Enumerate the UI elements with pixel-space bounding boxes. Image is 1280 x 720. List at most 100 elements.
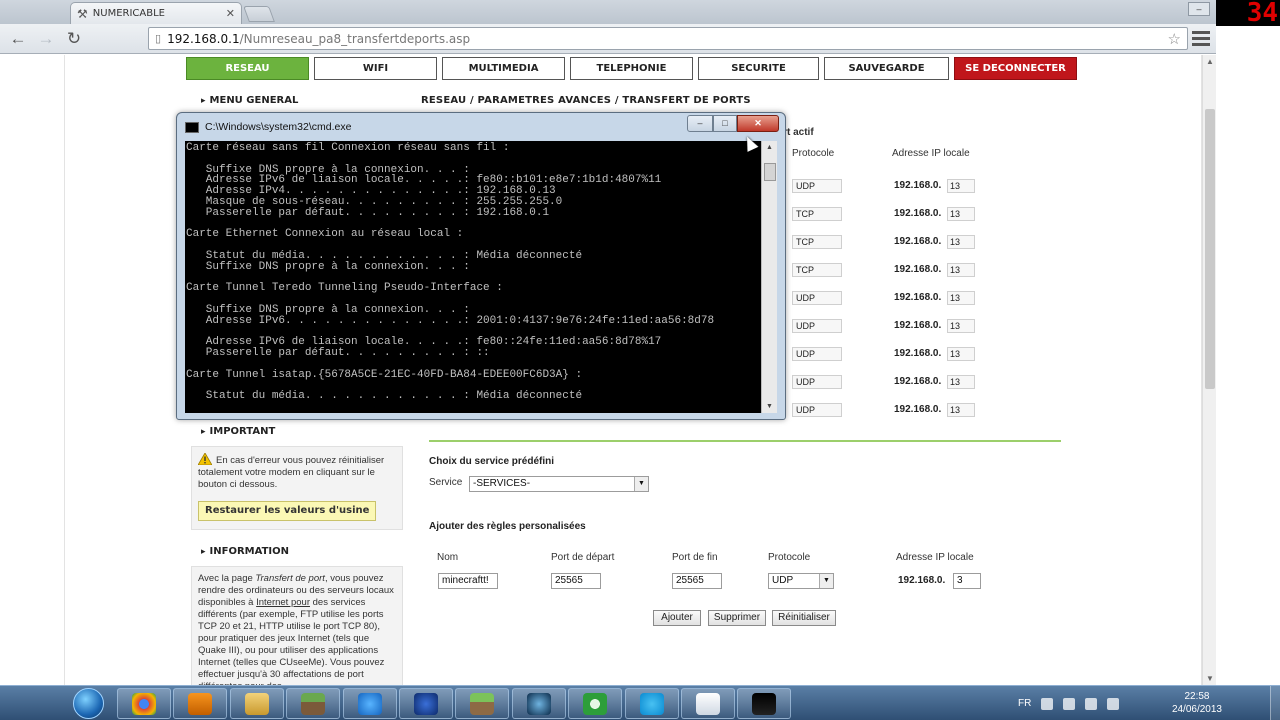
taskbar-steam[interactable]	[511, 688, 566, 719]
information-heading[interactable]: INFORMATION	[201, 546, 289, 557]
tray-network-icon[interactable]	[1063, 697, 1076, 710]
windows-taskbar: FR 22:58 24/06/2013	[0, 685, 1280, 720]
delete-rule-button[interactable]: Supprimer	[708, 610, 766, 626]
minecraft-icon	[301, 693, 326, 715]
scroll-up-icon[interactable]: ▲	[1206, 57, 1214, 66]
taskbar-chrome[interactable]	[117, 688, 171, 719]
cmd-line: Statut du média. . . . . . . . . . . . :…	[186, 390, 583, 403]
rule-protocol: TCP	[792, 235, 842, 249]
minimize-window-button[interactable]: –	[1188, 2, 1210, 16]
cmd-window-controls: – □ ✕	[687, 115, 779, 132]
reload-icon[interactable]: ↻	[62, 27, 86, 51]
back-arrow-icon[interactable]: ←	[6, 27, 30, 51]
rule-ip-prefix: 192.168.0.	[894, 320, 942, 331]
custom-ip-prefix: 192.168.0.	[898, 575, 946, 586]
taskbar-notepad[interactable]	[681, 688, 735, 719]
rule-name-input[interactable]: minecraftt!	[438, 573, 498, 589]
info-internet-link[interactable]: Internet pour	[256, 597, 310, 608]
restore-factory-button[interactable]: Restaurer les valeurs d'usine	[198, 501, 377, 521]
browser-toolbar: ← → ↻ ▯ 192.168.0.1 /Numreseau_pa8_trans…	[0, 24, 1216, 54]
custom-col-ip: Adresse IP locale	[896, 552, 974, 563]
taskbar-internet-explorer[interactable]	[342, 688, 397, 719]
taskbar-utorrent[interactable]	[568, 688, 623, 719]
language-indicator[interactable]: FR	[1018, 698, 1031, 709]
nav-tab-multimedia[interactable]: MULTIMEDIA	[442, 57, 565, 80]
rule-protocol: UDP	[792, 291, 842, 305]
taskbar-minecraft-launcher[interactable]	[455, 688, 510, 719]
nav-tab-telephonie[interactable]: TELEPHONIE	[570, 57, 693, 80]
taskbar-minecraft[interactable]	[286, 688, 341, 719]
cmd-console[interactable]: Carte réseau sans fil Connexion réseau s…	[185, 141, 777, 413]
window-controls: –	[1188, 2, 1210, 16]
nav-tab-wifi[interactable]: WIFI	[314, 57, 437, 80]
custom-col-name: Nom	[437, 552, 459, 563]
media-player-icon	[188, 693, 213, 715]
nav-tab-reseau[interactable]: RESEAU	[186, 57, 309, 80]
taskbar-clock[interactable]: 22:58 24/06/2013	[1172, 690, 1222, 716]
page-icon: ▯	[155, 33, 162, 45]
address-bar[interactable]: ▯ 192.168.0.1 /Numreseau_pa8_transfertde…	[148, 27, 1188, 50]
chrome-icon	[132, 693, 156, 715]
nav-tab-se-deconnecter[interactable]: SE DECONNECTER	[954, 57, 1077, 80]
dropdown-arrow-icon: ▼	[634, 477, 648, 491]
end-port-input[interactable]: 25565	[672, 573, 722, 589]
cmd-scrollbar[interactable]: ▲ ▼	[761, 141, 777, 413]
information-box: Avec la page Transfert de port, vous pou…	[191, 566, 403, 685]
scroll-down-icon[interactable]: ▼	[1206, 674, 1214, 683]
rule-protocol: UDP	[792, 179, 842, 193]
taskbar-file-explorer[interactable]	[229, 688, 284, 719]
dropdown-arrow-icon: ▼	[819, 574, 833, 588]
cmd-window[interactable]: C:\Windows\system32\cmd.exe – □ ✕ Carte …	[176, 112, 786, 420]
new-tab-button[interactable]	[243, 6, 275, 22]
start-port-input[interactable]: 25565	[551, 573, 601, 589]
warning-icon	[198, 453, 212, 465]
cmd-close-button[interactable]: ✕	[737, 115, 779, 132]
cmd-titlebar[interactable]: C:\Windows\system32\cmd.exe – □ ✕	[177, 113, 785, 141]
taskbar-media-player[interactable]	[173, 688, 228, 719]
cmd-output: Carte réseau sans fil Connexion réseau s…	[186, 143, 762, 402]
tray-usb-icon[interactable]	[1085, 697, 1098, 710]
service-select[interactable]: -SERVICES- ▼	[469, 476, 649, 492]
steam-icon	[526, 693, 551, 715]
chrome-menu-icon[interactable]	[1192, 28, 1210, 48]
scroll-up-icon[interactable]: ▲	[766, 144, 773, 151]
cmd-minimize-button[interactable]: –	[687, 115, 713, 132]
show-desktop-button[interactable]	[1270, 686, 1280, 720]
page-scrollbar[interactable]: ▲ ▼	[1202, 55, 1216, 685]
protocol-select[interactable]: UDP ▼	[768, 573, 834, 589]
cmd-scrollbar-thumb[interactable]	[764, 163, 776, 181]
start-button[interactable]	[65, 687, 111, 720]
rule-protocol: UDP	[792, 347, 842, 361]
menu-general-heading[interactable]: MENU GENERAL	[201, 95, 299, 106]
internet-explorer-icon	[357, 693, 382, 715]
scroll-down-icon[interactable]: ▼	[766, 403, 773, 410]
close-tab-icon[interactable]: ✕	[226, 7, 235, 20]
nav-tab-sauvegarde[interactable]: SAUVEGARDE	[824, 57, 949, 80]
rules-col-protocol: Protocole	[792, 148, 835, 159]
cmd-line: Passerelle par défaut. . . . . . . . . :…	[186, 347, 490, 360]
custom-ip-suffix-input[interactable]: 3	[953, 573, 981, 589]
custom-col-end: Port de fin	[672, 552, 718, 563]
taskbar-firefox-nightly[interactable]	[399, 688, 453, 719]
taskbar-cmd[interactable]	[737, 688, 792, 719]
tray-volume-icon[interactable]	[1107, 697, 1120, 710]
custom-col-protocol: Protocole	[768, 552, 811, 563]
scrollbar-thumb[interactable]	[1205, 109, 1215, 389]
rule-ip-suffix: 13	[947, 319, 975, 333]
taskbar-skype[interactable]	[624, 688, 679, 719]
forward-arrow-icon[interactable]: →	[34, 27, 58, 51]
rule-ip-suffix: 13	[947, 207, 975, 221]
add-rule-button[interactable]: Ajouter	[653, 610, 701, 626]
cmd-maximize-button[interactable]: □	[713, 115, 737, 132]
bookmark-star-icon[interactable]: ☆	[1168, 30, 1181, 48]
cmd-line: Passerelle par défaut. . . . . . . . . :…	[186, 206, 550, 219]
browser-tab[interactable]: ⚒ NUMERICABLE ✕	[70, 2, 242, 24]
file-explorer-icon	[244, 693, 269, 715]
cmd-line: Carte Tunnel isatap.{5678A5CE-21EC-40FD-…	[186, 368, 583, 381]
reset-rule-button[interactable]: Réinitialiser	[772, 610, 836, 626]
system-tray: FR	[1018, 686, 1120, 720]
browser-tab-strip: ⚒ NUMERICABLE ✕ – 34	[0, 0, 1280, 26]
tray-arrow-icon[interactable]	[1041, 697, 1054, 710]
nav-tab-securite[interactable]: SECURITE	[698, 57, 819, 80]
important-heading[interactable]: IMPORTANT	[201, 426, 276, 437]
